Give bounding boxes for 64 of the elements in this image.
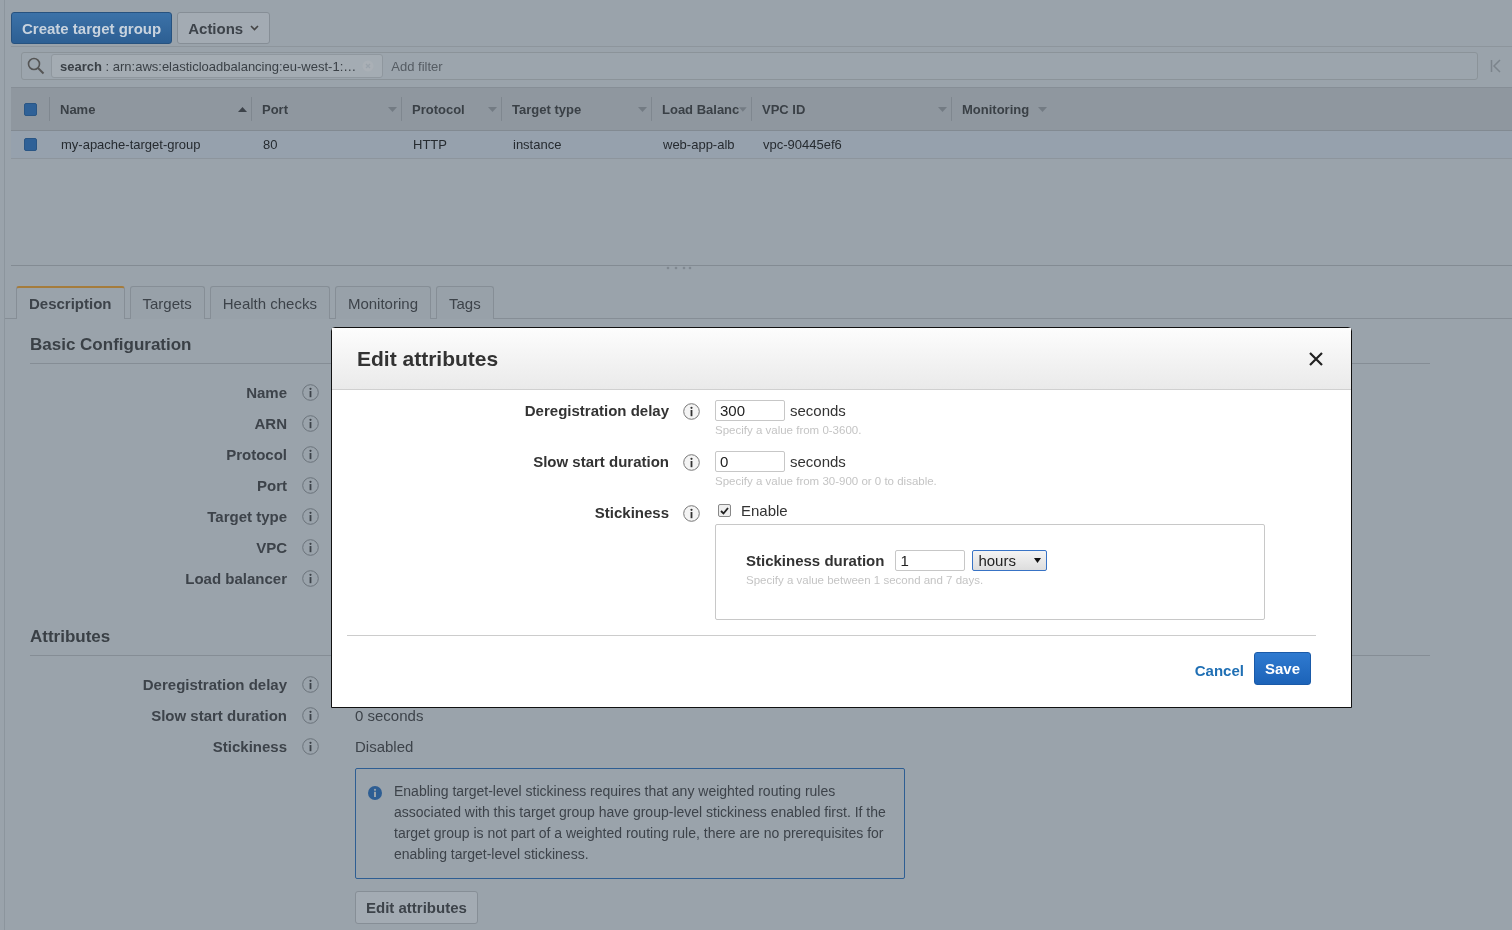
checkbox-label[interactable]: Enable xyxy=(741,502,788,519)
field-label: Slow start duration xyxy=(532,452,669,470)
number-input[interactable]: 300 xyxy=(715,400,785,421)
field-label: Deregistration delay xyxy=(141,676,287,693)
column-header[interactable]: VPC ID xyxy=(762,101,806,117)
table-cell: HTTP xyxy=(413,137,447,152)
field-label: Target type xyxy=(206,508,287,525)
unit-label: seconds xyxy=(790,453,846,470)
info-icon[interactable] xyxy=(683,505,700,522)
table-cell: vpc-90445ef6 xyxy=(763,137,842,152)
filter-token-text: search : arn:aws:elasticloadbalancing:eu-west-1:… xyxy=(60,58,357,74)
number-input[interactable]: 0 xyxy=(715,451,785,472)
field-label: Stickiness xyxy=(593,503,669,521)
edit-attributes-button[interactable]: Edit attributes xyxy=(355,891,478,924)
caret-icon xyxy=(250,25,260,31)
caret-icon xyxy=(1034,558,1042,563)
column-header[interactable]: Monitoring xyxy=(962,101,1030,117)
info-icon[interactable] xyxy=(683,403,700,420)
field-label: Stickiness xyxy=(211,738,287,755)
tab[interactable]: Description xyxy=(16,286,125,319)
info-icon xyxy=(368,786,382,800)
save-button[interactable]: Save xyxy=(1253,652,1311,685)
filter-token[interactable]: search : arn:aws:elasticloadbalancing:eu-west-1:… xyxy=(51,54,384,78)
info-note-text: Enabling target-level stickiness requires that any weighted routing rules associated with this target group have group-level stickiness enabled first. If the target group is not part of a weighted routing rule, there are no prerequisites for enabling target-level stickiness. xyxy=(394,783,886,862)
close-icon[interactable] xyxy=(1309,351,1323,366)
tab[interactable]: Targets xyxy=(129,286,205,319)
field-value: Disabled xyxy=(355,738,415,755)
table-row[interactable]: my-apache-target-group 80 HTTP instance web-app-alb vpc-90445ef6 xyxy=(11,131,1512,159)
column-header[interactable]: Target type xyxy=(512,101,582,117)
field-label: Name xyxy=(245,384,287,401)
column-header[interactable]: Port xyxy=(262,101,288,117)
field-label: Protocol xyxy=(225,446,287,463)
unit-dropdown[interactable]: hours xyxy=(972,550,1048,571)
column-header[interactable]: Protocol xyxy=(412,101,465,117)
field-label: Deregistration delay xyxy=(523,401,669,419)
field-label: Load balancer xyxy=(184,570,287,587)
cancel-link[interactable]: Cancel xyxy=(1194,658,1244,679)
filter-input[interactable]: Add filter xyxy=(389,57,1472,75)
sort-ascending-icon[interactable] xyxy=(238,106,247,112)
field-value: 0 seconds xyxy=(355,707,425,724)
create-target-group-button[interactable]: Create target group xyxy=(11,12,173,44)
info-icon[interactable] xyxy=(683,454,700,471)
filter-field[interactable]: search : arn:aws:elasticloadbalancing:eu-west-1:… Add filter xyxy=(21,52,1478,80)
tab[interactable]: Tags xyxy=(436,286,494,319)
search-icon xyxy=(27,57,45,75)
column-header[interactable]: Name xyxy=(60,101,96,117)
field-label: ARN xyxy=(253,415,287,432)
field-label: Slow start duration xyxy=(150,707,287,724)
field-label: Port xyxy=(256,477,287,494)
checkbox[interactable] xyxy=(718,504,731,517)
column-header[interactable]: Load Balanc xyxy=(662,101,740,117)
field-label: Stickiness duration xyxy=(746,552,885,569)
number-input[interactable]: 1 xyxy=(895,550,966,571)
table-cell: instance xyxy=(513,137,562,152)
select-all-checkbox[interactable] xyxy=(23,102,37,116)
table-cell: web-app-alb xyxy=(663,137,735,152)
row-checkbox[interactable] xyxy=(23,138,37,151)
actions-button[interactable]: Actions xyxy=(177,12,271,44)
table-cell: 80 xyxy=(263,137,278,152)
tab[interactable]: Health checks xyxy=(209,286,330,319)
unit-label: seconds xyxy=(790,402,846,419)
tab[interactable]: Monitoring xyxy=(334,286,431,319)
field-label: VPC xyxy=(255,539,287,556)
table-cell: my-apache-target-group xyxy=(61,137,201,152)
